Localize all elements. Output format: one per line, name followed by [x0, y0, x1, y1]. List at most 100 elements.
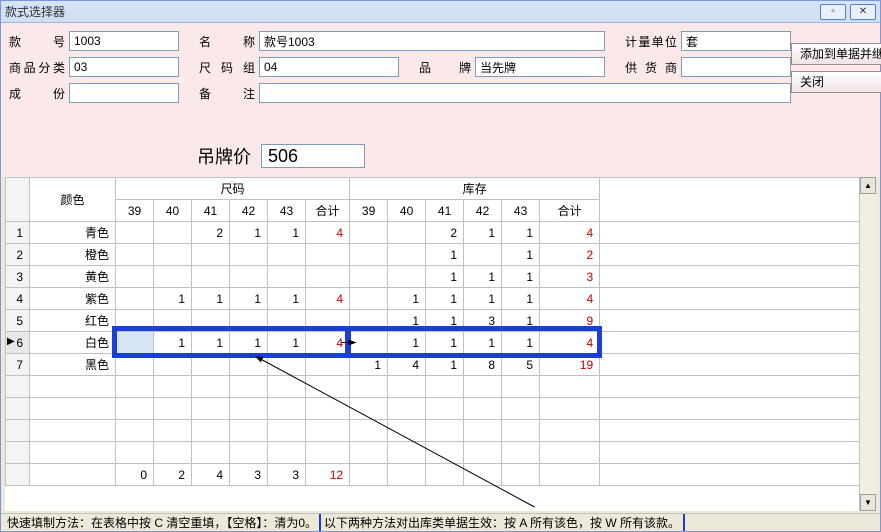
cell-stock-qty [388, 244, 426, 266]
scroll-down-button[interactable]: ▼ [860, 494, 876, 511]
sum-size: 4 [192, 464, 230, 486]
cell-size-qty[interactable]: 1 [192, 332, 230, 354]
row-number: 1 [6, 222, 30, 244]
cell-stock-qty: 1 [426, 266, 464, 288]
field-supplier[interactable] [681, 57, 791, 77]
cell-size-total: 4 [306, 332, 350, 354]
row-pointer-icon: ▶ [7, 336, 15, 347]
restore-button[interactable]: ▫ [820, 4, 846, 20]
table-row-empty [6, 376, 860, 398]
cell-color[interactable]: 黑色 [30, 354, 116, 376]
cell-size-qty[interactable]: 1 [230, 332, 268, 354]
cell-stock-qty: 1 [388, 288, 426, 310]
cell-size-qty[interactable] [116, 332, 154, 354]
cell-color[interactable]: 紫色 [30, 288, 116, 310]
vertical-scrollbar[interactable]: ▲ ▼ [859, 177, 876, 511]
cell-size-qty[interactable]: 1 [230, 222, 268, 244]
cell-size-qty[interactable] [116, 310, 154, 332]
add-button[interactable]: 添加到单据并继续 (Ins) [791, 43, 881, 65]
cell-size-qty[interactable] [230, 266, 268, 288]
cell-size-qty[interactable] [268, 354, 306, 376]
cell-size-qty[interactable] [154, 222, 192, 244]
header-size-group: 尺码 [116, 178, 350, 200]
cell-size-qty[interactable]: 1 [154, 288, 192, 310]
cell-size-qty[interactable] [230, 354, 268, 376]
header-stock-group: 库存 [350, 178, 600, 200]
cell-stock-total: 2 [540, 244, 600, 266]
price-row: 吊牌价 [1, 139, 880, 177]
cell-size-qty[interactable]: 1 [230, 288, 268, 310]
cell-stock-qty: 1 [502, 266, 540, 288]
cell-size-qty[interactable]: 1 [154, 332, 192, 354]
cell-size-qty[interactable] [192, 310, 230, 332]
header-color: 颜色 [30, 178, 116, 222]
field-ingredient[interactable] [69, 83, 179, 103]
scroll-up-button[interactable]: ▲ [860, 177, 876, 194]
field-name[interactable] [259, 31, 605, 51]
cell-size-qty[interactable]: 1 [268, 222, 306, 244]
cell-size-qty[interactable] [116, 288, 154, 310]
table-row[interactable]: 2橙色112 [6, 244, 860, 266]
table-row[interactable]: 7黑色1418519 [6, 354, 860, 376]
cell-stock-qty: 1 [426, 288, 464, 310]
grid-wrap: 颜色 尺码 库存 3940414243合计3940414243合计 1青色211… [5, 177, 876, 511]
cell-size-qty[interactable]: 1 [268, 332, 306, 354]
cell-size-qty[interactable] [268, 266, 306, 288]
data-grid[interactable]: 颜色 尺码 库存 3940414243合计3940414243合计 1青色211… [5, 177, 859, 486]
cell-stock-qty: 1 [426, 244, 464, 266]
cell-size-qty[interactable] [116, 354, 154, 376]
cell-size-qty[interactable] [230, 310, 268, 332]
row-number: 2 [6, 244, 30, 266]
cell-size-qty[interactable] [116, 266, 154, 288]
cell-size-qty[interactable]: 1 [268, 288, 306, 310]
price-field[interactable] [261, 144, 365, 168]
form-area: 款 号 名 称 计量单位 添加到单据并继续 (Ins) 关闭 (Esc) 商品分… [1, 23, 880, 139]
cell-color[interactable]: 青色 [30, 222, 116, 244]
cell-color[interactable]: 红色 [30, 310, 116, 332]
field-remark[interactable] [259, 83, 791, 103]
cell-size-qty[interactable] [154, 354, 192, 376]
cell-color[interactable]: 橙色 [30, 244, 116, 266]
cell-stock-total: 9 [540, 310, 600, 332]
cell-size-qty[interactable] [192, 354, 230, 376]
cell-size-qty[interactable] [154, 244, 192, 266]
cell-size-qty[interactable] [230, 244, 268, 266]
cell-size-qty[interactable] [192, 244, 230, 266]
cell-stock-qty: 1 [426, 332, 464, 354]
cell-size-total [306, 244, 350, 266]
cell-color[interactable]: 黄色 [30, 266, 116, 288]
cell-size-qty[interactable] [268, 244, 306, 266]
cell-stock-qty: 8 [464, 354, 502, 376]
close-button[interactable]: 关闭 (Esc) [791, 71, 881, 93]
cell-size-qty[interactable] [268, 310, 306, 332]
price-label: 吊牌价 [197, 143, 251, 169]
cell-size-qty[interactable]: 1 [192, 288, 230, 310]
scroll-track[interactable] [860, 194, 876, 494]
field-code[interactable] [69, 31, 179, 51]
cell-stock-qty: 4 [388, 354, 426, 376]
cell-size-qty[interactable]: 2 [192, 222, 230, 244]
cell-size-qty[interactable] [116, 244, 154, 266]
cell-size-qty[interactable] [116, 222, 154, 244]
close-window-button[interactable]: ✕ [850, 4, 876, 20]
field-brand[interactable] [475, 57, 605, 77]
table-row[interactable]: 1青色21142114 [6, 222, 860, 244]
row-number: 3 [6, 266, 30, 288]
cell-stock-qty: 3 [464, 310, 502, 332]
cell-stock-qty [388, 222, 426, 244]
cell-stock-qty [350, 288, 388, 310]
add-button-label: 添加到单据并继续 [800, 45, 881, 62]
table-row[interactable]: 6白色1111411114 [6, 332, 860, 354]
field-sizegroup[interactable] [259, 57, 399, 77]
table-row[interactable]: 5红色11319 [6, 310, 860, 332]
field-unit[interactable] [681, 31, 791, 51]
table-row[interactable]: 3黄色1113 [6, 266, 860, 288]
cell-size-qty[interactable] [154, 310, 192, 332]
table-row[interactable]: 4紫色1111411114 [6, 288, 860, 310]
field-category[interactable] [69, 57, 179, 77]
cell-color[interactable]: 白色 [30, 332, 116, 354]
cell-size-qty[interactable] [192, 266, 230, 288]
cell-stock-total: 4 [540, 222, 600, 244]
cell-size-qty[interactable] [154, 266, 192, 288]
cell-stock-qty: 1 [426, 354, 464, 376]
